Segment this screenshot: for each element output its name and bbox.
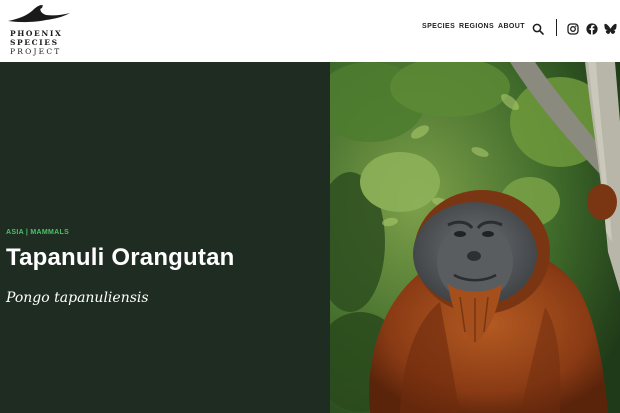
header-divider <box>556 19 557 36</box>
orangutan-photo <box>330 62 620 413</box>
bluesky-icon[interactable] <box>604 22 617 34</box>
site-logo[interactable]: PHOENIX SPECIES PROJECT <box>6 2 70 58</box>
nav-species-link[interactable]: SPECIES <box>422 23 455 30</box>
site-header: PHOENIX SPECIES PROJECT SPECIES REGIONS … <box>0 0 620 62</box>
scientific-name: Pongo tapanuliensis <box>6 290 149 306</box>
hero-panel <box>0 62 330 413</box>
brand-line-2: SPECIES <box>10 38 59 47</box>
species-title: Tapanuli Orangutan <box>6 244 235 271</box>
search-icon[interactable] <box>532 22 544 35</box>
phoenix-bird-icon <box>8 5 70 23</box>
facebook-icon[interactable] <box>586 22 598 35</box>
nav-regions-link[interactable]: REGIONS <box>459 23 494 30</box>
nav-about-link[interactable]: ABOUT <box>498 23 525 30</box>
brand-line-3: PROJECT <box>10 47 62 56</box>
instagram-icon[interactable] <box>567 22 579 35</box>
brand-line-1: PHOENIX <box>10 29 63 38</box>
category-tag[interactable]: ASIA | MAMMALS <box>6 229 69 236</box>
